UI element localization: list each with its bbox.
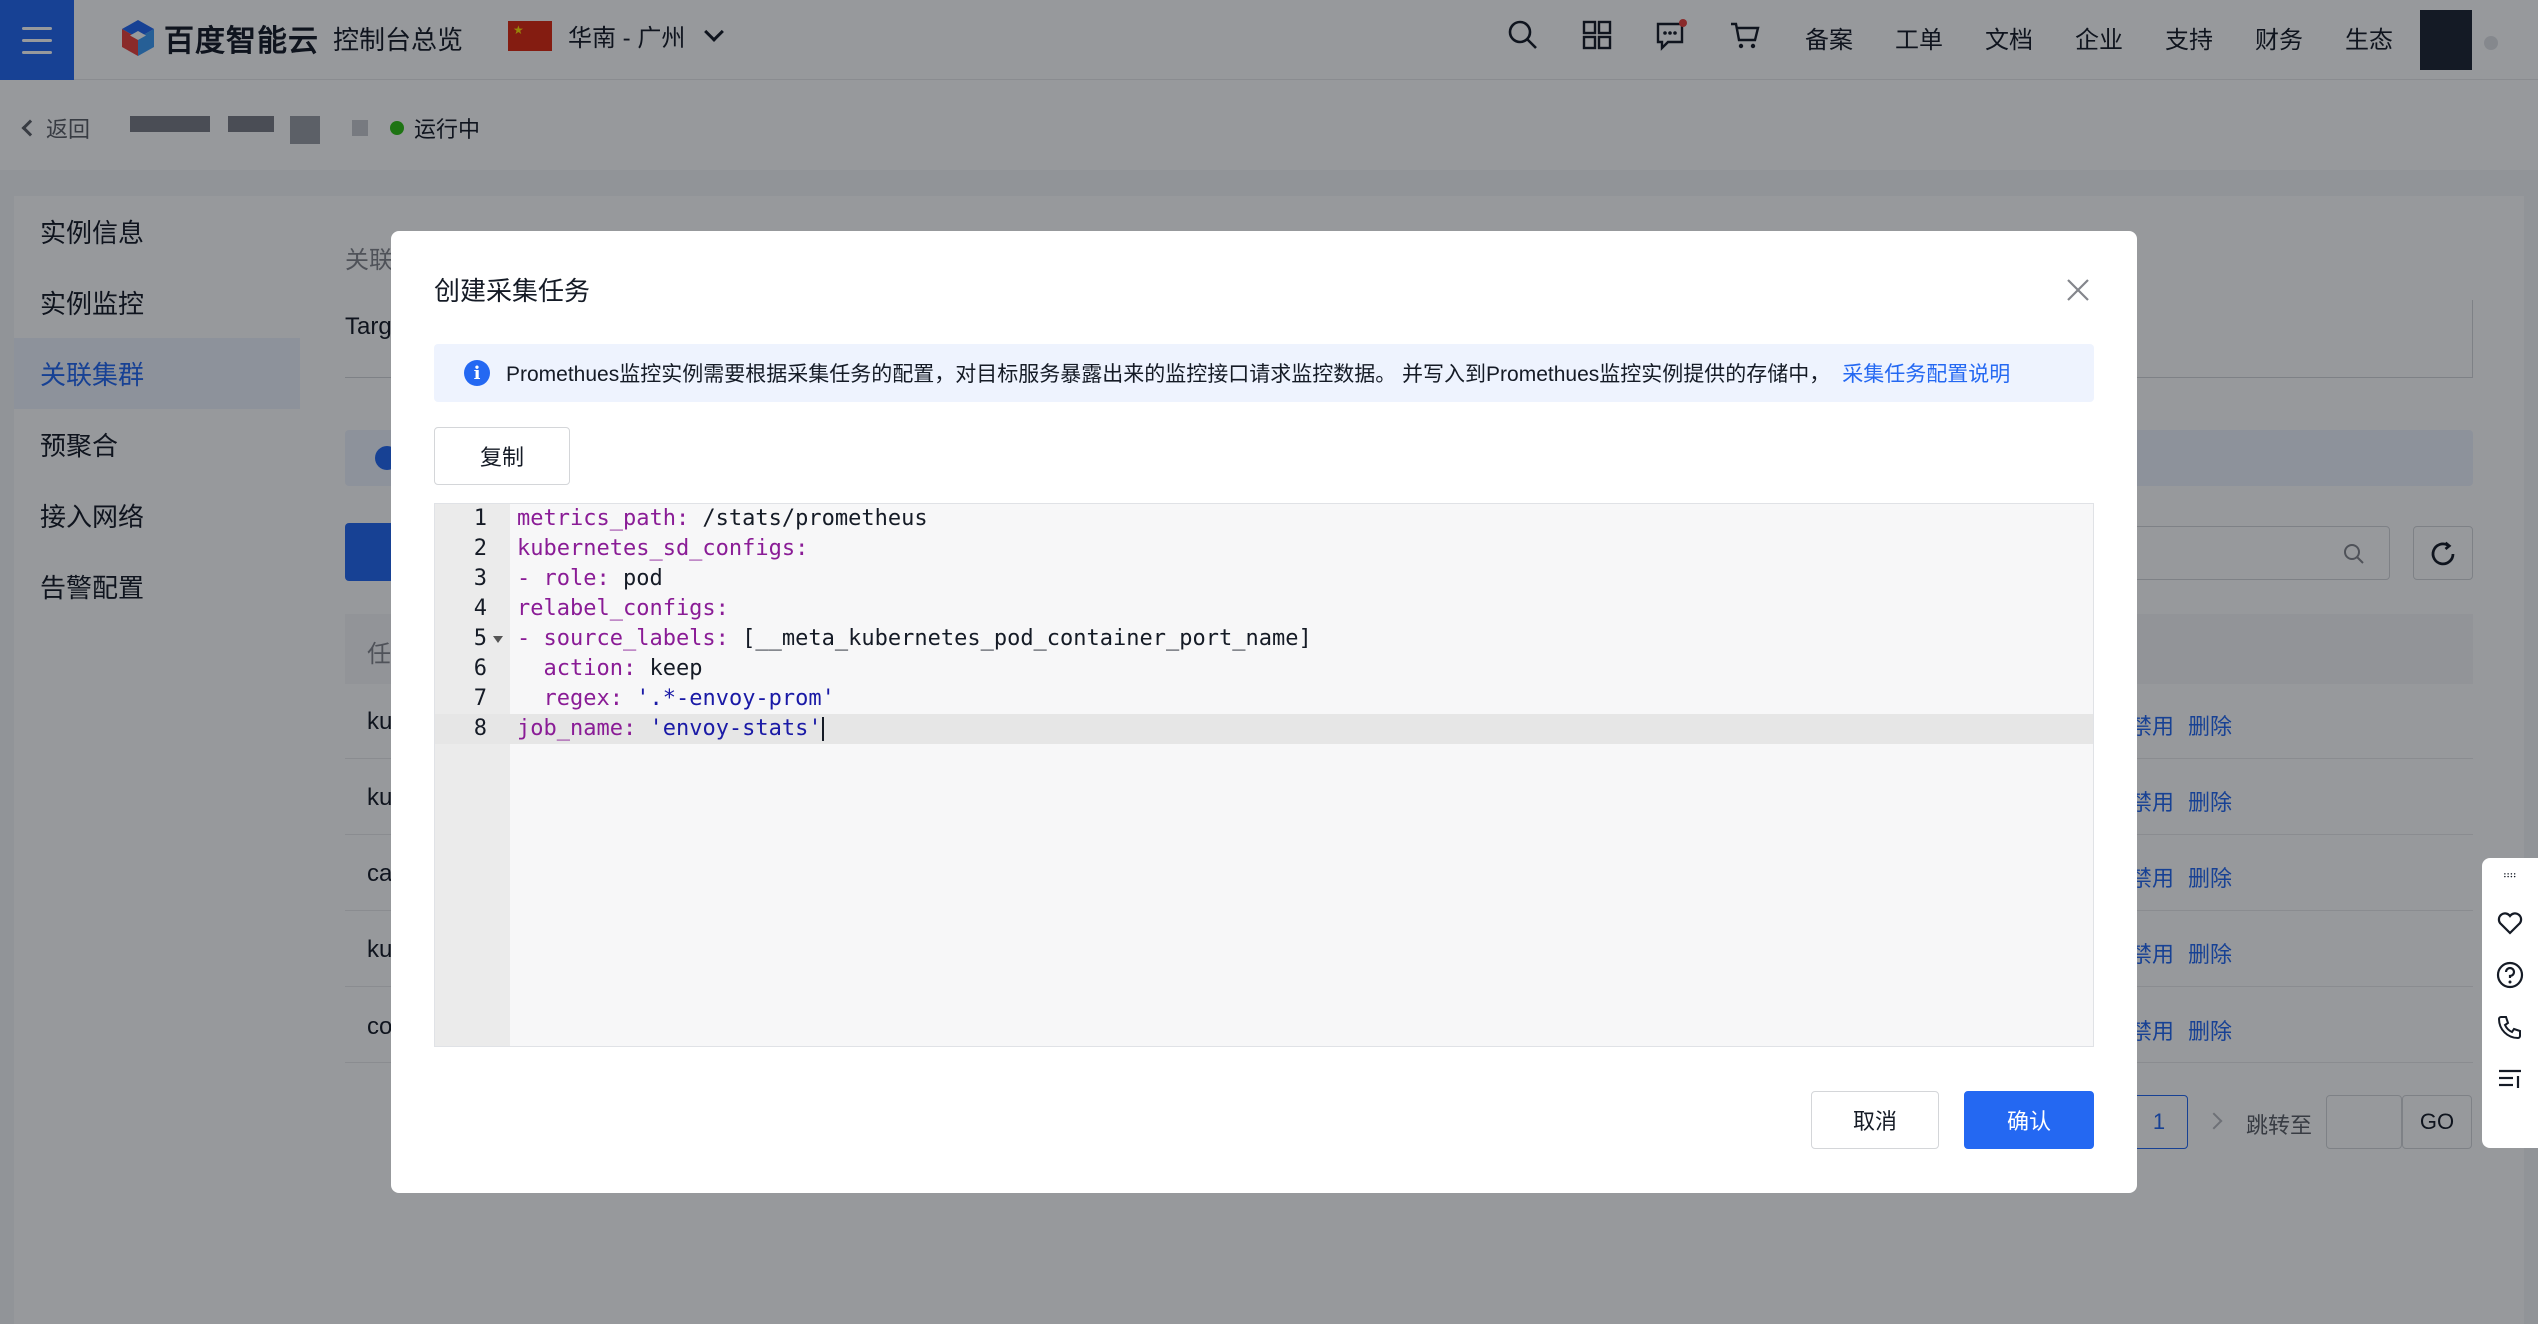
floating-toolbar xyxy=(2482,858,2538,1148)
line-number: 8 xyxy=(473,716,487,741)
config-doc-link[interactable]: 采集任务配置说明 xyxy=(1842,358,2010,388)
code-line[interactable]: 2 kubernetes_sd_configs: xyxy=(435,534,2093,564)
text-cursor xyxy=(821,717,824,741)
line-number: 6 xyxy=(473,656,487,681)
create-scrape-task-dialog: 创建采集任务 i Promethues监控实例需要根据采集任务的配置，对目标服务… xyxy=(391,231,2137,1193)
line-number: 2 xyxy=(473,536,487,561)
line-number: 7 xyxy=(473,686,487,711)
help-icon[interactable] xyxy=(2495,960,2525,990)
yaml-key: - source_labels: xyxy=(517,626,729,651)
line-number: 1 xyxy=(473,506,487,531)
yaml-value: /stats/prometheus xyxy=(689,506,928,531)
yaml-key: - role: xyxy=(517,566,610,591)
yaml-string-value: 'envoy-stats' xyxy=(636,716,822,741)
yaml-key: kubernetes_sd_configs: xyxy=(517,536,809,561)
yaml-key: relabel_configs: xyxy=(517,596,729,621)
yaml-value: [__meta_kubernetes_pod_container_port_na… xyxy=(728,626,1312,651)
line-number: 4 xyxy=(473,596,487,621)
fold-arrow-icon[interactable] xyxy=(493,636,503,643)
code-line[interactable]: 7 regex: '.*-envoy-prom' xyxy=(435,684,2093,714)
drag-handle-icon[interactable] xyxy=(2495,872,2525,886)
yaml-key: regex: xyxy=(543,686,623,711)
code-line[interactable]: 6 action: keep xyxy=(435,654,2093,684)
yaml-string-value: '.*-envoy-prom' xyxy=(622,686,835,711)
heart-icon[interactable] xyxy=(2495,908,2525,938)
close-icon[interactable] xyxy=(2063,275,2093,305)
code-line[interactable]: 5 - source_labels: [__meta_kubernetes_po… xyxy=(435,624,2093,654)
yaml-key: action: xyxy=(543,656,637,681)
yaml-key: metrics_path: xyxy=(517,506,690,531)
dialog-title: 创建采集任务 xyxy=(434,276,591,306)
code-line-active[interactable]: 8 job_name: 'envoy-stats' xyxy=(435,714,2093,744)
line-number: 3 xyxy=(473,566,487,591)
info-text: Promethues监控实例需要根据采集任务的配置，对目标服务暴露出来的监控接口… xyxy=(506,363,1831,386)
cancel-button[interactable]: 取消 xyxy=(1811,1091,1939,1149)
line-number: 5 xyxy=(473,626,487,651)
yaml-key: job_name: xyxy=(517,716,637,741)
yaml-value: pod xyxy=(609,566,663,591)
yaml-indent xyxy=(517,686,544,711)
info-banner: i Promethues监控实例需要根据采集任务的配置，对目标服务暴露出来的监控… xyxy=(434,344,2094,402)
code-line[interactable]: 4 relabel_configs: xyxy=(435,594,2093,624)
code-line[interactable]: 3 - role: pod xyxy=(435,564,2093,594)
yaml-value: keep xyxy=(636,656,703,681)
yaml-indent xyxy=(517,656,544,681)
copy-button[interactable]: 复制 xyxy=(434,427,570,485)
confirm-button[interactable]: 确认 xyxy=(1964,1091,2094,1149)
code-line[interactable]: 1 metrics_path: /stats/prometheus xyxy=(435,504,2093,534)
list-feedback-icon[interactable] xyxy=(2495,1064,2525,1094)
phone-icon[interactable] xyxy=(2495,1012,2525,1042)
info-icon: i xyxy=(464,360,490,386)
yaml-code-editor[interactable]: 1 metrics_path: /stats/prometheus 2 kube… xyxy=(434,503,2094,1047)
